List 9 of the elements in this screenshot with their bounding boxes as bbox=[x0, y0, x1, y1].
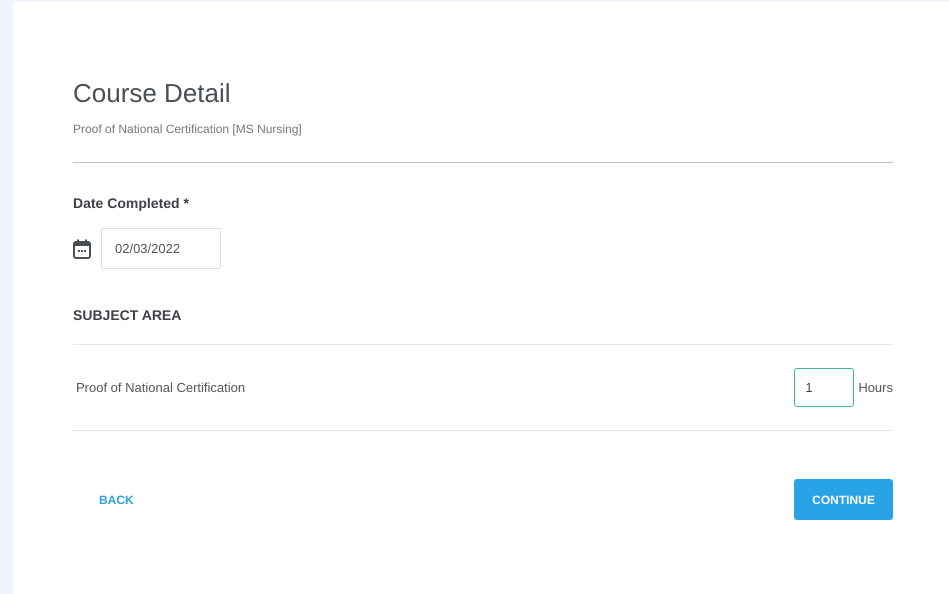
page-title: Course Detail bbox=[73, 77, 232, 110]
date-input-field[interactable]: 02/03/2022 bbox=[101, 228, 221, 269]
calendar-icon bbox=[73, 238, 91, 258]
field-label: Date Completed * bbox=[73, 194, 190, 213]
hours-input-field[interactable]: 1 bbox=[794, 368, 854, 407]
section-heading: SUBJECT AREA bbox=[73, 306, 182, 325]
hours-unit: Hours bbox=[858, 378, 893, 397]
subject-name: Proof of National Certification bbox=[75, 378, 246, 397]
course-subtitle: Proof of National Certification [MS Nursing] bbox=[73, 121, 303, 138]
